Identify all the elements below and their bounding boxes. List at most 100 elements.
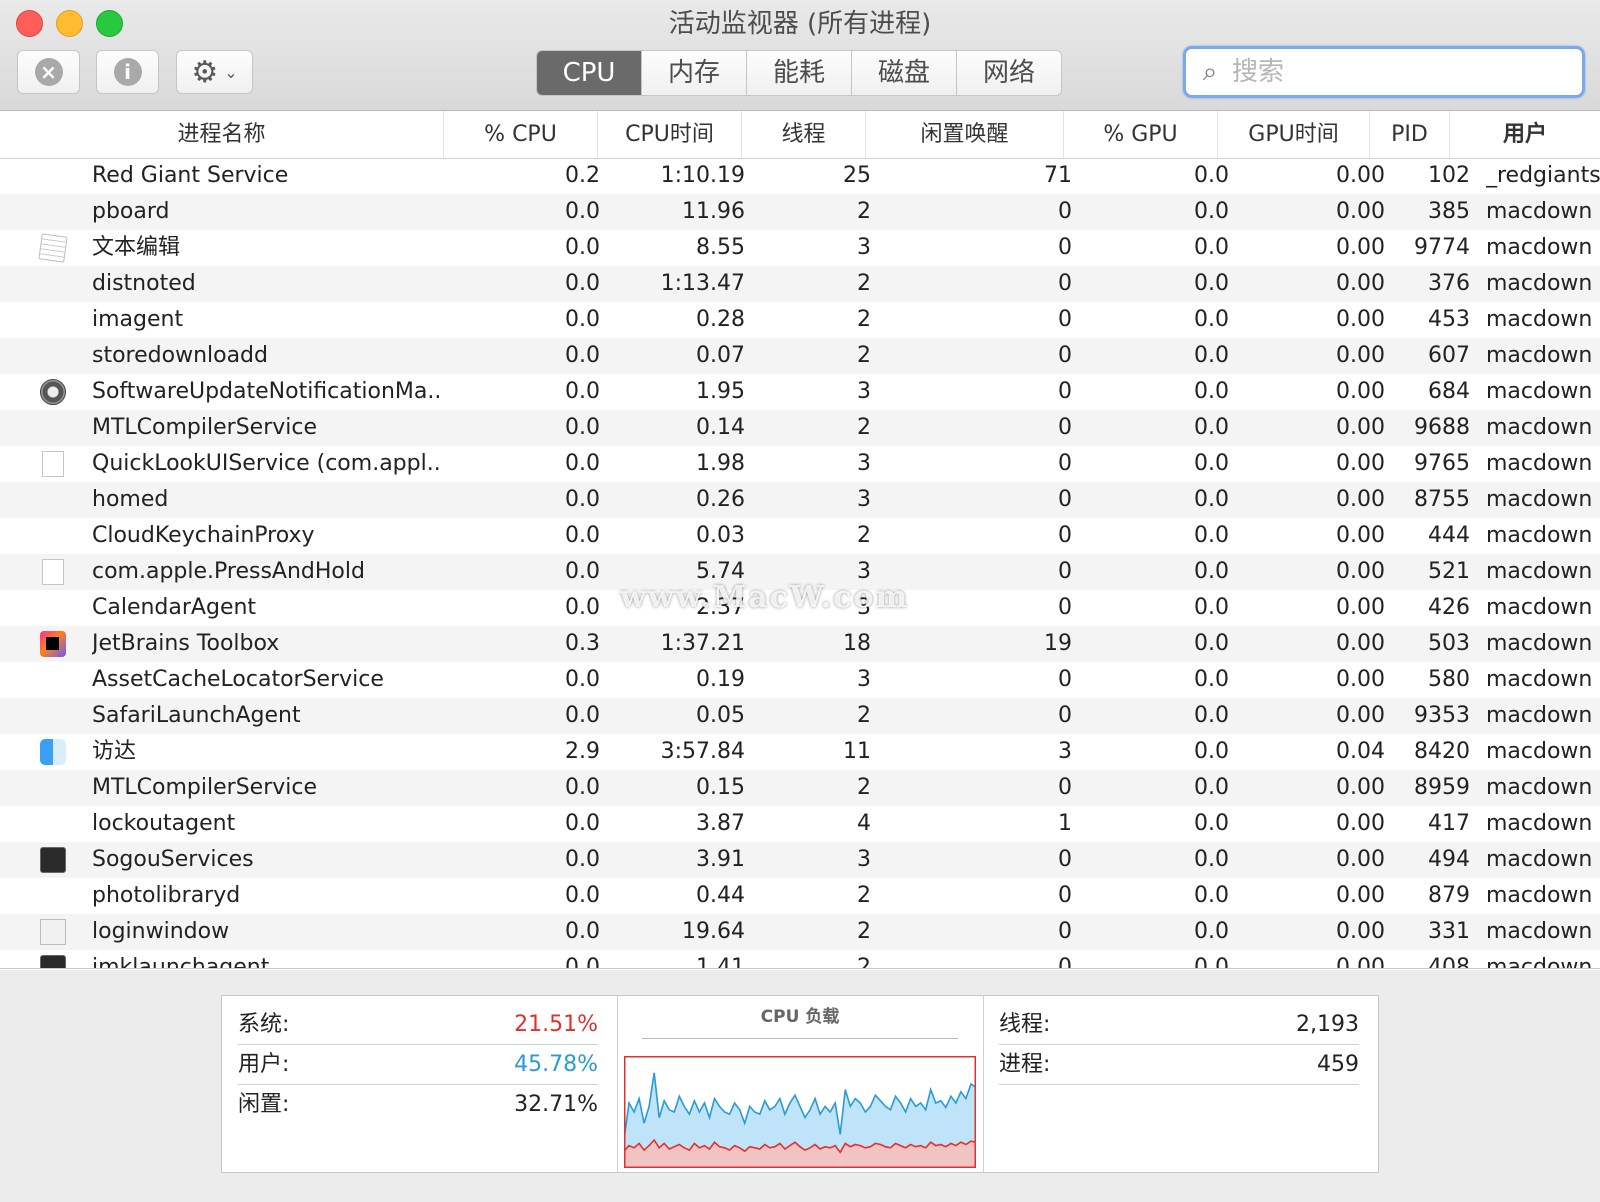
cell-gpu: 0.0: [1194, 487, 1229, 512]
column-header-5[interactable]: % GPU: [1064, 111, 1218, 158]
cell-pid: 9765: [1414, 451, 1470, 476]
column-header-2[interactable]: CPU时间: [598, 111, 742, 158]
cell-cpu: 0.0: [565, 919, 600, 944]
process-name: CalendarAgent: [92, 595, 257, 620]
table-row[interactable]: homed 0.0 0.26 3 0 0.0 0.00 8755 macdown: [0, 482, 1600, 518]
cell-threads: 2: [857, 271, 871, 296]
table-row[interactable]: Red Giant Service 0.2 1:10.19 25 71 0.0 0.00 10…: [0, 158, 1600, 194]
cell-gpu: 0.0: [1194, 775, 1229, 800]
table-row[interactable]: lockoutagent 0.0 3.87 4 1 0.0 0.00 417 macdown: [0, 806, 1600, 842]
search-field[interactable]: ⌕: [1183, 46, 1585, 98]
table-row[interactable]: MTLCompilerService 0.0 0.15 2 0 0.0 0.00 8959 ma…: [0, 770, 1600, 806]
cell-pid: 376: [1428, 271, 1470, 296]
tab-1[interactable]: 内存: [641, 51, 746, 95]
table-row[interactable]: imklaunchagent 0.0 1.41 2 0 0.0 0.00 408 macdown: [0, 950, 1600, 969]
titlebar: 活动监视器 (所有进程) × i ⚙ ⌄ CPU 内存 能耗 磁盘 网络 ⌕: [0, 0, 1600, 111]
table-row[interactable]: JetBrains Toolbox 0.3 1:37.21 18 19 0.0 0.00 50…: [0, 626, 1600, 662]
column-header-4[interactable]: 闲置唤醒: [866, 111, 1064, 158]
cell-threads: 3: [857, 451, 871, 476]
process-table: Red Giant Service 0.2 1:10.19 25 71 0.0 0.00 10…: [0, 158, 1600, 969]
column-header-6[interactable]: GPU时间: [1218, 111, 1370, 158]
tab-2[interactable]: 能耗: [746, 51, 851, 95]
footer: 系统: 21.51% 用户: 45.78% 闲置: 32.71% CPU 负载: [0, 970, 1600, 1202]
cell-wakeups: 0: [1058, 595, 1072, 620]
cell-user: macdown: [1486, 631, 1593, 656]
system-label: 系统:: [238, 1012, 290, 1037]
cell-gpu: 0.0: [1194, 415, 1229, 440]
cell-threads: 2: [857, 703, 871, 728]
table-row[interactable]: AssetCacheLocatorService 0.0 0.19 3 0 0.0 0.00…: [0, 662, 1600, 698]
cell-gpu: 0.0: [1194, 451, 1229, 476]
cell-pid: 580: [1428, 667, 1470, 692]
table-row[interactable]: QuickLookUIService (com.appl... 0.0 1.98 3 0…: [0, 446, 1600, 482]
action-menu-button[interactable]: ⚙ ⌄: [176, 50, 253, 94]
table-row[interactable]: SafariLaunchAgent 0.0 0.05 2 0 0.0 0.00 9353 mac…: [0, 698, 1600, 734]
column-header-1[interactable]: % CPU: [444, 111, 598, 158]
term-icon: [40, 955, 66, 968]
cell-pid: 408: [1428, 955, 1470, 969]
column-header-8[interactable]: 用户: [1450, 111, 1600, 158]
tab-3[interactable]: 磁盘: [851, 51, 956, 95]
threads-value: 2,193: [1296, 1012, 1359, 1037]
cell-pid: 417: [1428, 811, 1470, 836]
table-row[interactable]: MTLCompilerService 0.0 0.14 2 0 0.0 0.00 9688 ma…: [0, 410, 1600, 446]
column-header-0[interactable]: 进程名称: [0, 111, 444, 158]
cell-threads: 3: [857, 379, 871, 404]
window-title: 活动监视器 (所有进程): [668, 9, 932, 39]
column-header-7[interactable]: PID: [1370, 111, 1450, 158]
process-name: pboard: [92, 199, 170, 224]
cell-cpu: 2.9: [565, 739, 600, 764]
cell-wakeups: 0: [1058, 703, 1072, 728]
cell-wakeups: 71: [1044, 163, 1072, 188]
table-row[interactable]: distnoted 0.0 1:13.47 2 0 0.0 0.00 376 macdown: [0, 266, 1600, 302]
table-row[interactable]: storedownloadd 0.0 0.07 2 0 0.0 0.00 607 macdown: [0, 338, 1600, 374]
cell-wakeups: 0: [1058, 523, 1072, 548]
table-row[interactable]: imagent 0.0 0.28 2 0 0.0 0.00 453 macdown: [0, 302, 1600, 338]
table-row[interactable]: 文本编辑 0.0 8.55 3 0 0.0 0.00 9774 macdown: [0, 230, 1600, 266]
watermark-text: www.MacW.com: [620, 580, 910, 615]
process-name: homed: [92, 487, 169, 512]
system-value: 21.51%: [514, 1012, 598, 1037]
table-row[interactable]: 访达 2.9 3:57.84 11 3 0.0 0.04 8420 macdown: [0, 734, 1600, 770]
search-icon: ⌕: [1202, 56, 1218, 87]
cell-gpu: 0.0: [1194, 703, 1229, 728]
tab-0[interactable]: CPU: [537, 51, 641, 95]
cell-user: macdown: [1486, 451, 1593, 476]
cell-threads: 3: [857, 847, 871, 872]
process-name: lockoutagent: [92, 811, 236, 836]
tab-4[interactable]: 网络: [956, 51, 1061, 95]
cell-user: macdown: [1486, 595, 1593, 620]
search-input[interactable]: [1230, 56, 1564, 88]
cell-wakeups: 0: [1058, 271, 1072, 296]
table-row[interactable]: photolibraryd 0.0 0.44 2 0 0.0 0.00 879 macdown: [0, 878, 1600, 914]
cpu-usage-section: 系统: 21.51% 用户: 45.78% 闲置: 32.71%: [222, 996, 618, 1172]
cell-cpu: 0.0: [565, 595, 600, 620]
cell-wakeups: 0: [1058, 883, 1072, 908]
column-header-3[interactable]: 线程: [742, 111, 866, 158]
cell-gpu: 0.0: [1194, 955, 1229, 969]
cell-gpu: 0.0: [1194, 523, 1229, 548]
cell-gpu: 0.0: [1194, 343, 1229, 368]
cell-wakeups: 0: [1058, 415, 1072, 440]
table-row[interactable]: loginwindow 0.0 19.64 2 0 0.0 0.00 331 macdown: [0, 914, 1600, 950]
process-name: com.apple.PressAndHold: [92, 559, 365, 584]
stop-process-button[interactable]: ×: [17, 50, 80, 94]
cell-cpu: 0.0: [565, 379, 600, 404]
cell-pid: 8420: [1414, 739, 1470, 764]
threads-stat: 线程: 2,193: [999, 1006, 1359, 1045]
cell-pid: 8755: [1414, 487, 1470, 512]
cell-gpu: 0.0: [1194, 559, 1229, 584]
cell-wakeups: 0: [1058, 379, 1072, 404]
table-row[interactable]: CloudKeychainProxy 0.0 0.03 2 0 0.0 0.00 444 mac…: [0, 518, 1600, 554]
process-name: loginwindow: [92, 919, 230, 944]
table-row[interactable]: SoftwareUpdateNotificationMa... 0.0 1.95 3 0…: [0, 374, 1600, 410]
cell-threads: 2: [857, 199, 871, 224]
cpu-load-title: CPU 负载: [760, 1007, 840, 1027]
gear-icon: ⚙: [191, 54, 219, 90]
cell-cpu: 0.0: [565, 523, 600, 548]
table-row[interactable]: pboard 0.0 11.96 2 0 0.0 0.00 385 macdown: [0, 194, 1600, 230]
table-row[interactable]: SogouServices 0.0 3.91 3 0 0.0 0.00 494 macdown: [0, 842, 1600, 878]
inspect-process-button[interactable]: i: [96, 50, 159, 94]
cell-user: macdown: [1486, 523, 1593, 548]
process-name: storedownloadd: [92, 343, 268, 368]
